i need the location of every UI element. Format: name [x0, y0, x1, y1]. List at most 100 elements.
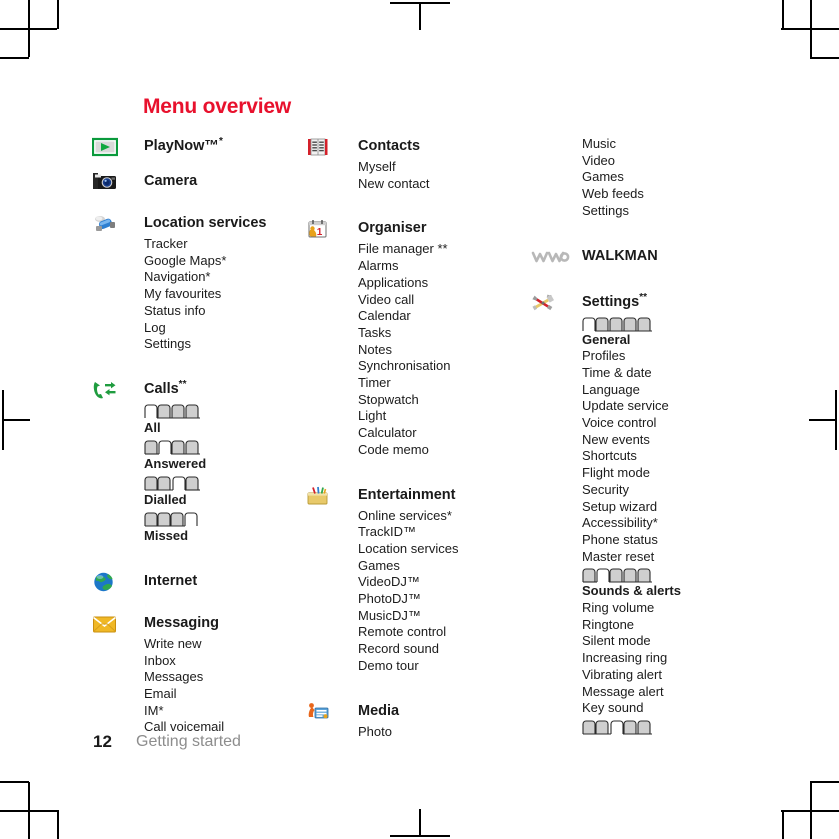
settings-icon — [530, 292, 556, 314]
list-item[interactable]: Music — [582, 136, 760, 153]
list-item[interactable]: Code memo — [358, 442, 536, 459]
menu-group-location-services[interactable]: Location services Tracker Google Maps* N… — [92, 213, 307, 353]
menu-sub-list: Tracker Google Maps* Navigation* My favo… — [92, 236, 307, 353]
menu-group-title: Internet — [144, 572, 198, 589]
list-item[interactable]: Navigation* — [144, 269, 307, 286]
list-item[interactable]: New contact — [358, 176, 536, 193]
list-item[interactable]: MusicDJ™ — [358, 608, 536, 625]
menu-sub-list: Write new Inbox Messages Email IM* Call … — [92, 636, 307, 736]
menu-group-messaging[interactable]: Messaging Write new Inbox Messages Email… — [92, 613, 307, 736]
list-item[interactable]: Increasing ring — [582, 650, 760, 667]
menu-group-settings[interactable]: Settings** General Profiles Time & date … — [530, 292, 760, 735]
list-item[interactable]: IM* — [144, 703, 307, 720]
menu-group-title: Entertainment — [358, 486, 456, 503]
tab-strip-missed — [144, 512, 307, 527]
contacts-icon — [306, 136, 332, 158]
menu-group-title: Messaging — [144, 614, 219, 631]
list-item[interactable]: Email — [144, 686, 307, 703]
list-item[interactable]: Web feeds — [582, 186, 760, 203]
list-item[interactable]: Phone status — [582, 532, 760, 549]
list-item[interactable]: Profiles — [582, 348, 760, 365]
menu-group-organiser[interactable]: 1 Organiser File manager ** Alarms Appli… — [306, 218, 536, 458]
list-item[interactable]: Accessibility* — [582, 515, 760, 532]
menu-group-walkman[interactable]: WALKMAN — [530, 246, 760, 272]
menu-group-playnow[interactable]: PlayNow™* — [92, 136, 307, 158]
list-item[interactable]: Settings — [144, 336, 307, 353]
list-item[interactable]: Time & date — [582, 365, 760, 382]
menu-group-entertainment[interactable]: Entertainment Online services* TrackID™ … — [306, 485, 536, 675]
list-item[interactable]: Status info — [144, 303, 307, 320]
list-item[interactable]: Online services* — [358, 508, 536, 525]
list-item[interactable]: Key sound — [582, 700, 760, 717]
list-item[interactable]: Settings — [582, 203, 760, 220]
list-item[interactable]: Update service — [582, 398, 760, 415]
page-title: Menu overview — [143, 95, 291, 118]
menu-group-calls[interactable]: Calls** All Answered Dialled Missed — [92, 379, 307, 545]
list-item[interactable]: PhotoDJ™ — [358, 591, 536, 608]
list-item[interactable]: Record sound — [358, 641, 536, 658]
menu-group-title: Camera — [144, 173, 198, 189]
list-item[interactable]: Demo tour — [358, 658, 536, 675]
list-item[interactable]: Games — [358, 558, 536, 575]
manual-page: Menu overview PlayNow™* Camera Location … — [0, 0, 839, 839]
list-item[interactable]: Message alert — [582, 684, 760, 701]
list-item[interactable]: Remote control — [358, 624, 536, 641]
list-item[interactable]: Vibrating alert — [582, 667, 760, 684]
menu-group-internet[interactable]: Internet — [92, 571, 307, 593]
svg-text:1: 1 — [317, 227, 323, 238]
tab-label-missed: Missed — [144, 527, 189, 543]
menu-group-contacts[interactable]: Contacts Myself New contact — [306, 136, 536, 192]
menu-group-title: Media — [358, 702, 400, 719]
list-item[interactable]: Write new — [144, 636, 307, 653]
list-item[interactable]: Calendar — [358, 308, 536, 325]
list-item[interactable]: Master reset — [582, 549, 760, 566]
list-item[interactable]: Synchronisation — [358, 358, 536, 375]
list-item[interactable]: Messages — [144, 669, 307, 686]
list-item[interactable]: Photo — [358, 724, 536, 741]
list-item[interactable]: Games — [582, 169, 760, 186]
menu-group-title: Calls** — [144, 379, 187, 397]
list-item[interactable]: Shortcuts — [582, 448, 760, 465]
list-item[interactable]: Google Maps* — [144, 253, 307, 270]
internet-icon — [92, 571, 118, 593]
list-item[interactable]: Ringtone — [582, 617, 760, 634]
list-item[interactable]: My favourites — [144, 286, 307, 303]
list-item[interactable]: Notes — [358, 342, 536, 359]
menu-sub-list: Music Video Games Web feeds Settings — [530, 136, 760, 220]
list-item[interactable]: Language — [582, 382, 760, 399]
entertainment-icon — [306, 485, 332, 507]
list-item[interactable]: Calculator — [358, 425, 536, 442]
list-item[interactable]: Flight mode — [582, 465, 760, 482]
menu-column-1: PlayNow™* Camera Location services Track… — [92, 136, 307, 736]
list-item[interactable]: Timer — [358, 375, 536, 392]
media-icon — [306, 701, 332, 723]
list-item[interactable]: Voice control — [582, 415, 760, 432]
list-item[interactable]: New events — [582, 432, 760, 449]
menu-group-media[interactable]: Media Photo — [306, 701, 536, 741]
tab-strip-all — [144, 404, 307, 419]
list-item[interactable]: Video call — [358, 292, 536, 309]
list-item[interactable]: Light — [358, 408, 536, 425]
list-item[interactable]: Ring volume — [582, 600, 760, 617]
menu-group-camera[interactable]: Camera — [92, 171, 307, 193]
list-item[interactable]: Stopwatch — [358, 392, 536, 409]
list-item[interactable]: File manager ** — [358, 241, 536, 258]
menu-sub-list: Sounds & alerts Ring volume Ringtone Sil… — [530, 583, 760, 717]
list-item[interactable]: VideoDJ™ — [358, 574, 536, 591]
list-item[interactable]: Alarms — [358, 258, 536, 275]
list-item[interactable]: Tracker — [144, 236, 307, 253]
list-item[interactable]: Silent mode — [582, 633, 760, 650]
list-item[interactable]: Tasks — [358, 325, 536, 342]
list-item[interactable]: TrackID™ — [358, 524, 536, 541]
list-item[interactable]: Applications — [358, 275, 536, 292]
list-item[interactable]: Myself — [358, 159, 536, 176]
list-item[interactable]: Setup wizard — [582, 499, 760, 516]
list-item[interactable]: Location services — [358, 541, 536, 558]
tab-strip-dialled — [144, 476, 307, 491]
list-item[interactable]: Security — [582, 482, 760, 499]
list-item[interactable]: Log — [144, 320, 307, 337]
camera-icon — [92, 171, 118, 193]
list-item[interactable]: Video — [582, 153, 760, 170]
menu-sub-list: Photo — [306, 724, 536, 741]
list-item[interactable]: Inbox — [144, 653, 307, 670]
